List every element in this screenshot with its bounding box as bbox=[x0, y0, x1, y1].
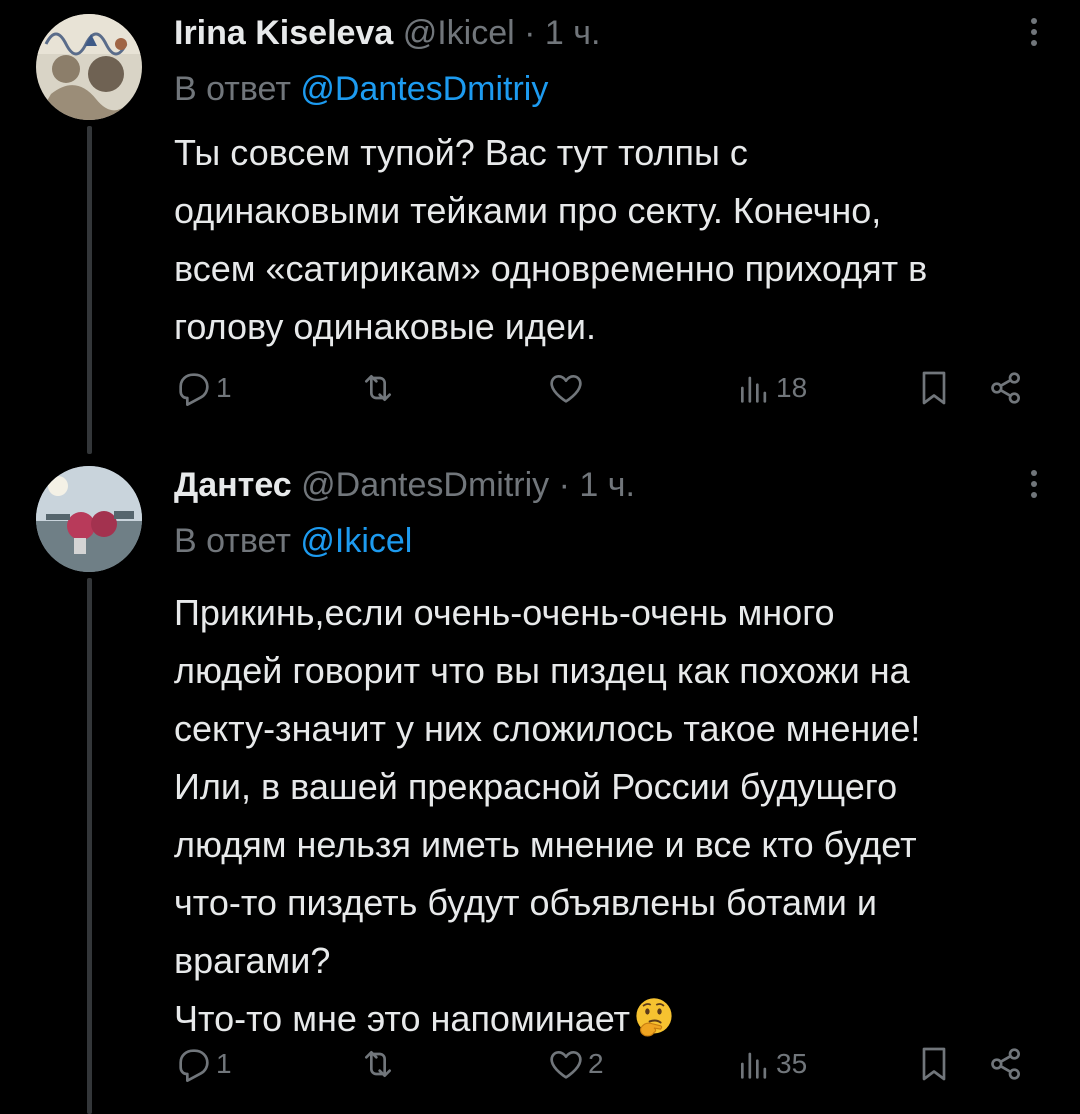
heart-icon bbox=[550, 375, 582, 403]
tweet-dantes[interactable]: Дантес @DantesDmitriy · 1 ч. В ответ @Ik… bbox=[0, 452, 1080, 1114]
reply-count: 1 bbox=[216, 1048, 232, 1079]
views-button[interactable]: 18 bbox=[734, 366, 807, 410]
tweet-text-line: Или, в вашей прекрасной России будущего bbox=[174, 766, 898, 807]
reply-icon bbox=[179, 1049, 209, 1082]
tweet-text-line: голову одинаковые идеи. bbox=[174, 306, 597, 347]
tweet-text-line: людей говорит что вы пиздец как похожи н… bbox=[174, 650, 910, 691]
reply-context: В ответ @DantesDmitriy bbox=[174, 66, 548, 112]
author-name[interactable]: Irina Kiseleva bbox=[174, 14, 393, 52]
tweet-text-line: Ты совсем тупой? Вас тут толпы с bbox=[174, 132, 748, 173]
tweet-irina-kiseleva[interactable]: Irina Kiseleva @Ikicel · 1 ч. В ответ @D… bbox=[0, 0, 1080, 454]
tweet-text: Прикинь,если очень-очень-очень много люд… bbox=[174, 584, 1054, 1048]
bookmark-button[interactable] bbox=[914, 1042, 954, 1086]
avatar-dantes[interactable] bbox=[36, 466, 142, 572]
like-button[interactable] bbox=[546, 366, 588, 410]
tweet-text-line: секту-значит у них сложилось такое мнени… bbox=[174, 708, 921, 749]
bookmark-button[interactable] bbox=[914, 366, 954, 410]
share-icon bbox=[991, 1048, 1020, 1080]
tweet-text-last-line: Что-то мне это напоминает bbox=[174, 990, 1054, 1048]
reply-mention-link[interactable]: @Ikicel bbox=[300, 522, 412, 560]
tweet-text-line: Что-то мне это напоминает bbox=[174, 998, 631, 1039]
more-dots-icon[interactable] bbox=[1022, 466, 1046, 506]
reply-mention-link[interactable]: @DantesDmitriy bbox=[300, 70, 548, 108]
avatar-image bbox=[36, 14, 142, 120]
reply-button[interactable]: 1 bbox=[174, 366, 232, 410]
tweet-text-line: всем «сатирикам» одновременно приходят в bbox=[174, 248, 928, 289]
retweet-button[interactable] bbox=[358, 1042, 400, 1086]
views-icon bbox=[741, 1052, 767, 1079]
views-count: 35 bbox=[776, 1048, 808, 1079]
views-button[interactable]: 35 bbox=[734, 1042, 807, 1086]
tweet-text: Ты совсем тупой? Вас тут толпы с одинако… bbox=[174, 124, 1054, 356]
reply-context: В ответ @Ikicel bbox=[174, 518, 412, 564]
tweet-text-line: людям нельзя иметь мнение и все кто буде… bbox=[174, 824, 917, 865]
views-icon bbox=[741, 376, 767, 403]
author-name[interactable]: Дантес bbox=[174, 466, 292, 504]
share-icon bbox=[991, 372, 1020, 404]
heart-icon bbox=[550, 1051, 582, 1079]
retweet-icon bbox=[365, 375, 391, 401]
like-button[interactable]: 2 bbox=[546, 1042, 604, 1086]
tweet-text-line: одинаковыми тейками про секту. Конечно, bbox=[174, 190, 882, 231]
thread-line bbox=[87, 578, 92, 1114]
tweet-header: Irina Kiseleva @Ikicel · 1 ч. bbox=[174, 10, 600, 56]
thinking-face-emoji bbox=[636, 998, 672, 1037]
retweet-icon bbox=[365, 1051, 391, 1077]
reply-icon bbox=[179, 373, 209, 406]
author-handle[interactable]: @Ikicel bbox=[403, 14, 515, 52]
share-button[interactable] bbox=[986, 366, 1026, 410]
separator-dot: · bbox=[558, 466, 570, 504]
reply-count: 1 bbox=[216, 372, 232, 403]
author-handle[interactable]: @DantesDmitriy bbox=[301, 466, 549, 504]
reply-prefix: В ответ bbox=[174, 522, 291, 560]
reply-prefix: В ответ bbox=[174, 70, 291, 108]
share-button[interactable] bbox=[986, 1042, 1026, 1086]
separator-dot: · bbox=[524, 14, 536, 52]
bookmark-icon bbox=[922, 1047, 946, 1081]
tweet-text-line: Прикинь,если очень-очень-очень много bbox=[174, 592, 835, 633]
tweet-actions: 1 2 35 bbox=[174, 1042, 1054, 1086]
avatar-image bbox=[36, 466, 142, 572]
thread-line bbox=[87, 126, 92, 454]
more-dots-icon[interactable] bbox=[1022, 14, 1046, 54]
tweet-text-line: врагами? bbox=[174, 940, 331, 981]
reply-button[interactable]: 1 bbox=[174, 1042, 232, 1086]
tweet-text-line: что-то пиздеть будут объявлены ботами и bbox=[174, 882, 877, 923]
timestamp[interactable]: 1 ч. bbox=[545, 14, 601, 52]
retweet-button[interactable] bbox=[358, 366, 400, 410]
like-count: 2 bbox=[588, 1048, 604, 1079]
views-count: 18 bbox=[776, 372, 808, 403]
tweet-actions: 1 18 bbox=[174, 366, 1054, 410]
bookmark-icon bbox=[922, 371, 946, 405]
timestamp[interactable]: 1 ч. bbox=[579, 466, 635, 504]
tweet-header: Дантес @DantesDmitriy · 1 ч. bbox=[174, 462, 635, 508]
avatar-irina-kiseleva[interactable] bbox=[36, 14, 142, 120]
